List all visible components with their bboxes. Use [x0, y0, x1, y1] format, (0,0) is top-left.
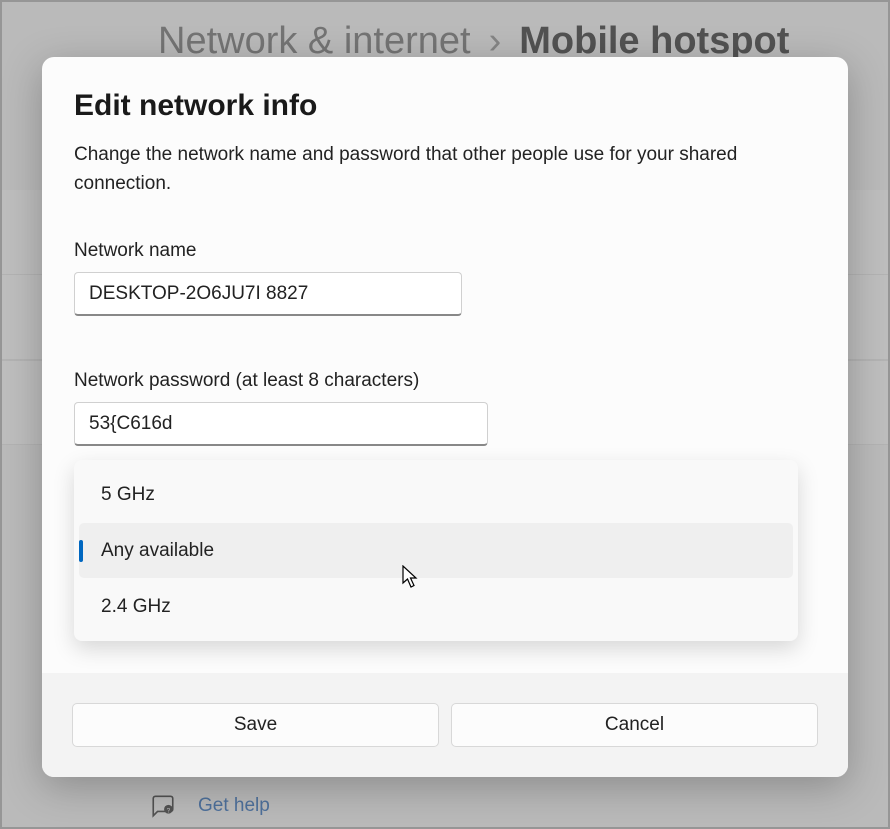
get-help-link[interactable]: Get help: [198, 795, 270, 817]
network-name-input[interactable]: DESKTOP-2O6JU7I 8827: [74, 272, 462, 316]
modal-overlay: Edit network info Change the network nam…: [0, 0, 890, 829]
network-name-label: Network name: [74, 240, 816, 262]
band-dropdown-list: 5 GHz Any available 2.4 GHz: [74, 460, 798, 641]
dialog-footer: Save Cancel: [42, 673, 848, 777]
band-option-5ghz[interactable]: 5 GHz: [79, 467, 793, 522]
help-icon: ?: [150, 793, 176, 819]
save-button[interactable]: Save: [72, 703, 439, 747]
network-password-input[interactable]: 53{C616d: [74, 402, 488, 446]
svg-text:?: ?: [167, 808, 171, 815]
network-password-label: Network password (at least 8 characters): [74, 370, 816, 392]
band-option-any[interactable]: Any available: [79, 523, 793, 578]
dialog-title: Edit network info: [74, 89, 816, 123]
cancel-button[interactable]: Cancel: [451, 703, 818, 747]
dialog-description: Change the network name and password tha…: [74, 141, 816, 198]
network-name-group: Network name DESKTOP-2O6JU7I 8827: [74, 240, 816, 316]
network-password-group: Network password (at least 8 characters)…: [74, 370, 816, 641]
edit-network-dialog: Edit network info Change the network nam…: [42, 57, 848, 777]
help-section: ? Get help: [150, 793, 270, 819]
band-option-24ghz[interactable]: 2.4 GHz: [79, 579, 793, 634]
